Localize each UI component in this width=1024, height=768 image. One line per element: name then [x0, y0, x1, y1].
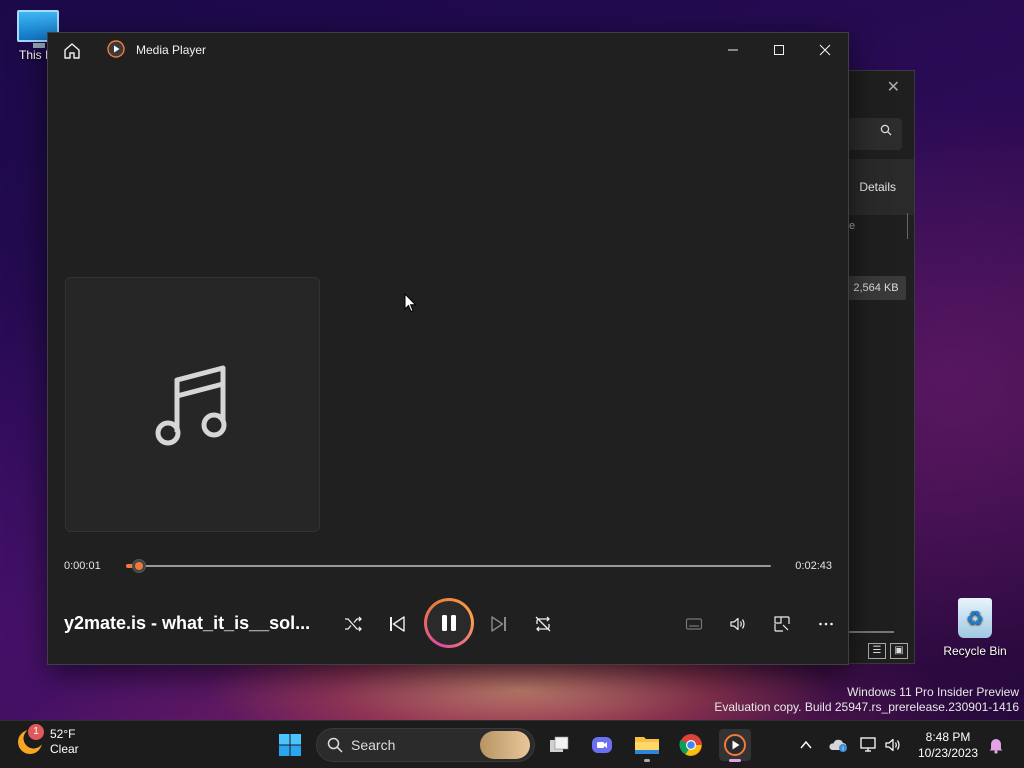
onedrive-button[interactable]: i	[826, 733, 850, 757]
taskbar: 1 52°F Clear Search i 8:48 PM 10/23/2023	[0, 720, 1024, 768]
minimize-button[interactable]	[710, 33, 756, 67]
shuffle-icon	[345, 616, 362, 632]
clock-time: 8:48 PM	[925, 730, 971, 744]
weather-condition: Clear	[50, 742, 79, 756]
mouse-cursor-icon	[404, 292, 418, 318]
title-bar[interactable]: Media Player	[48, 33, 848, 67]
play-pause-button[interactable]	[424, 598, 474, 648]
volume-tray-button[interactable]	[881, 733, 905, 757]
seek-bar[interactable]	[126, 559, 771, 573]
details-view-icon[interactable]: ☰	[868, 643, 886, 659]
network-icon	[860, 737, 876, 752]
recycle-bin-label: Recycle Bin	[943, 644, 1007, 658]
search-icon	[327, 737, 343, 753]
windows-logo-icon	[279, 734, 301, 756]
file-size-cell[interactable]: 2,564 KB	[846, 276, 906, 300]
task-view-button[interactable]	[543, 729, 575, 761]
close-icon	[819, 44, 831, 56]
mini-player-button[interactable]	[764, 606, 800, 642]
svg-text:i: i	[842, 747, 843, 753]
chrome-button[interactable]	[675, 729, 707, 761]
os-watermark: Windows 11 Pro Insider Preview Evaluatio…	[714, 685, 1019, 715]
search-label: Search	[351, 737, 396, 753]
show-hidden-icons-button[interactable]	[794, 733, 818, 757]
watermark-line-2: Evaluation copy. Build 25947.rs_prerelea…	[714, 700, 1019, 714]
column-header-fragment[interactable]: e	[849, 220, 855, 232]
maximize-button[interactable]	[756, 33, 802, 67]
current-time: 0:00:01	[64, 560, 101, 572]
more-icon	[819, 622, 833, 626]
onedrive-icon: i	[829, 739, 847, 753]
taskbar-search[interactable]: Search	[316, 728, 535, 762]
weather-temp: 52°F	[50, 727, 76, 741]
volume-button[interactable]	[720, 606, 756, 642]
search-highlight-image	[480, 731, 530, 759]
moon-icon: 1	[18, 724, 44, 754]
next-icon	[491, 616, 506, 632]
meet-chat-button[interactable]	[586, 729, 618, 761]
track-title[interactable]: y2mate.is - what_it_is__sol...	[64, 613, 324, 634]
view-toggle: ☰ ▣	[868, 643, 908, 659]
close-button[interactable]	[802, 33, 848, 67]
mini-player-icon	[774, 616, 790, 632]
repeat-icon	[535, 616, 551, 632]
previous-button[interactable]	[379, 606, 415, 642]
pause-icon	[442, 615, 456, 631]
media-player-app-icon	[107, 40, 125, 58]
clock-date: 10/23/2023	[917, 746, 979, 760]
media-player-taskbar-button[interactable]	[719, 729, 751, 762]
window-title: Media Player	[136, 43, 207, 57]
explorer-close-icon[interactable]: ✕	[887, 77, 900, 97]
album-art	[65, 277, 320, 532]
desktop-icon-recycle-bin[interactable]: ♻ Recycle Bin	[935, 598, 1015, 658]
speaker-icon	[885, 738, 900, 752]
home-icon[interactable]	[62, 41, 82, 61]
bell-icon	[989, 739, 1003, 754]
start-button[interactable]	[274, 729, 306, 761]
details-button[interactable]: Details	[859, 180, 896, 194]
explorer-horizontal-scrollbar[interactable]	[849, 631, 894, 633]
chat-icon	[592, 737, 612, 753]
shuffle-button[interactable]	[335, 606, 371, 642]
repeat-button[interactable]	[525, 606, 561, 642]
previous-icon	[390, 616, 405, 632]
weather-widget[interactable]: 1 52°F Clear	[18, 724, 79, 757]
media-player-window[interactable]: Media Player 0:00:01 0:02:43 y2mate.is -…	[47, 32, 849, 665]
media-player-icon	[724, 734, 746, 756]
captions-icon	[685, 618, 703, 630]
weather-badge: 1	[28, 724, 44, 740]
search-icon	[880, 124, 892, 136]
recycle-bin-icon: ♻	[958, 598, 992, 638]
captions-button[interactable]	[676, 606, 712, 642]
volume-icon	[730, 617, 745, 631]
active-indicator	[729, 759, 741, 762]
music-note-icon	[155, 365, 226, 445]
notifications-button[interactable]	[984, 733, 1008, 757]
file-explorer-button[interactable]	[631, 729, 663, 762]
seek-track[interactable]	[126, 565, 771, 567]
chrome-icon	[679, 734, 702, 756]
maximize-icon	[774, 45, 784, 55]
network-button[interactable]	[857, 733, 881, 757]
total-time: 0:02:43	[795, 560, 832, 572]
task-view-icon	[550, 736, 569, 752]
clock[interactable]: 8:48 PM 10/23/2023	[913, 729, 983, 761]
chevron-up-icon	[800, 740, 812, 749]
seek-thumb[interactable]	[131, 559, 146, 573]
next-button[interactable]	[481, 606, 517, 642]
folder-icon	[635, 737, 659, 754]
running-indicator	[644, 759, 650, 762]
column-divider[interactable]	[907, 213, 908, 239]
minimize-icon	[728, 49, 738, 51]
watermark-line-1: Windows 11 Pro Insider Preview	[847, 685, 1019, 699]
more-options-button[interactable]	[808, 606, 844, 642]
tiles-view-icon[interactable]: ▣	[890, 643, 908, 659]
